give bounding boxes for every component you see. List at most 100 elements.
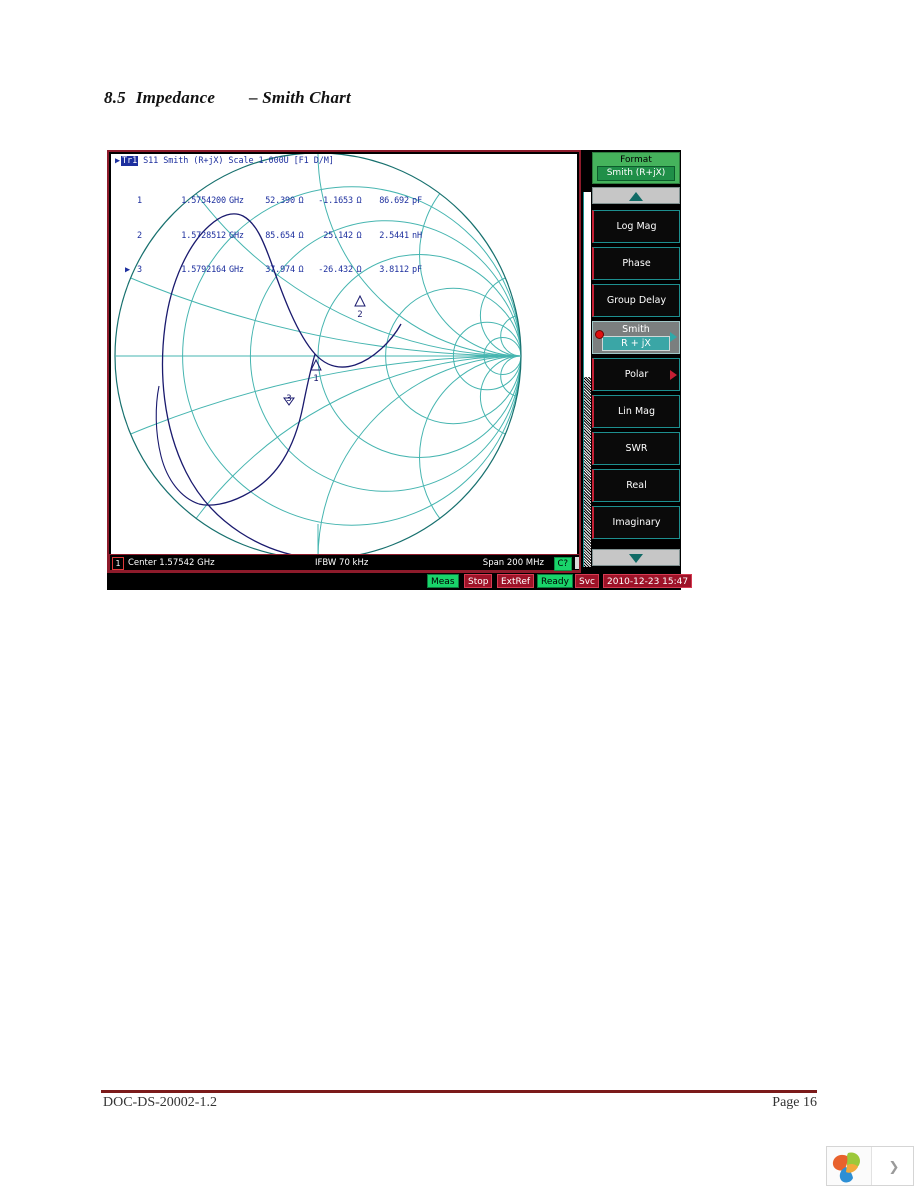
softkey-log-mag[interactable]: Log Mag (592, 210, 680, 243)
status-ready[interactable]: Ready (537, 574, 573, 588)
section-number: 8.5 (104, 88, 126, 107)
next-page-button[interactable]: ❯ (872, 1147, 913, 1185)
trace-select-arrow[interactable]: ▶ (115, 156, 120, 166)
page-canvas: 8.5 Impedance – Smith Chart 2 1 3 ▶ Tr1 … (0, 0, 918, 1188)
softkey-real[interactable]: Real (592, 469, 680, 502)
svg-text:2: 2 (357, 310, 362, 320)
softkey-label: Lin Mag (617, 406, 656, 417)
softkey-label: Smith (622, 324, 650, 335)
softkey-polar[interactable]: Polar (592, 358, 680, 391)
softkey-label: Phase (622, 258, 651, 269)
marker-row[interactable]: 1 1.5754200 GHz 52.390 Ω -1.1653 Ω 86.692 pF (125, 197, 432, 206)
marker-frequency: 1.5792164 (181, 264, 226, 275)
marker-reactance: -1.1653 (318, 196, 353, 207)
graph-pane[interactable]: 2 1 3 ▶ Tr1 S11 Smith (R+jX) Scale 1.000… (107, 150, 581, 573)
softkey-label: Log Mag (616, 221, 657, 232)
menu-title-value: Smith (R+jX) (597, 166, 675, 181)
sweep-settings-bar: 1 Center 1.57542 GHz IFBW 70 kHz Span 20… (109, 554, 579, 571)
marker-resistance: 52.390 (265, 196, 295, 207)
section-subtitle: – Smith Chart (249, 88, 351, 107)
trace-title-line[interactable]: ▶ Tr1 S11 Smith (R+jX) Scale 1.000U [F1 D… (115, 156, 334, 166)
marker-row[interactable]: ▶ 3 1.5792164 GHz 37.974 Ω -26.432 Ω 3.8112 pF (125, 266, 432, 275)
softkey-group-delay[interactable]: Group Delay (592, 284, 680, 317)
center-frequency-label[interactable]: Center 1.57542 GHz (128, 558, 215, 568)
softkey-label: Polar (624, 369, 649, 380)
marker-resistance-unit: Ω (298, 230, 304, 241)
marker-index: 1 (137, 196, 142, 207)
leaf-logo-icon (832, 1152, 860, 1183)
instrument-status-bar: Meas Stop ExtRef Ready Svc 2010-12-23 15… (107, 573, 693, 590)
graph-inner: 2 1 3 ▶ Tr1 S11 Smith (R+jX) Scale 1.000… (111, 154, 577, 569)
softkey-menu: Format Smith (R+jX) Log Mag Phase Group … (583, 150, 681, 573)
status-extref[interactable]: ExtRef (497, 574, 535, 588)
viewer-corner-widget[interactable]: ❯ (826, 1146, 914, 1186)
trace-description: S11 Smith (R+jX) Scale 1.000U [F1 D/M] (143, 156, 334, 166)
vna-screenshot: 2 1 3 ▶ Tr1 S11 Smith (R+jX) Scale 1.000… (107, 150, 693, 590)
chevron-down-icon (629, 554, 643, 563)
active-led-icon (595, 330, 604, 339)
marker-equivalent-unit: pF (412, 264, 422, 275)
marker-equivalent: 86.692 (379, 196, 409, 207)
status-svc[interactable]: Svc (575, 574, 599, 588)
marker-resistance-unit: Ω (298, 196, 304, 207)
softkey-lin-mag[interactable]: Lin Mag (592, 395, 680, 428)
menu-title: Format Smith (R+jX) (592, 152, 680, 184)
footer-page-number: Page 16 (772, 1095, 817, 1110)
marker-row[interactable]: 2 1.5728512 GHz 85.654 Ω 25.142 Ω 2.5441 nH (125, 230, 432, 241)
marker-reactance: 25.142 (323, 230, 353, 241)
marker-3-glyph: 3 (283, 394, 295, 406)
marker-index: 2 (137, 230, 142, 241)
marker-frequency-unit: GHz (229, 230, 244, 241)
marker-frequency-unit: GHz (229, 264, 244, 275)
correction-badge[interactable]: C? (553, 557, 572, 571)
menu-scrollbar-thumb[interactable] (584, 192, 591, 377)
ifbw-label[interactable]: IFBW 70 kHz (315, 558, 368, 568)
marker-2-glyph: 2 (354, 294, 366, 320)
softkey-phase[interactable]: Phase (592, 247, 680, 280)
submenu-arrow-icon (670, 369, 677, 380)
menu-scroll-up-button[interactable] (592, 187, 680, 204)
marker-reactance-unit: Ω (356, 264, 362, 275)
softkey-value: R + jX (602, 336, 670, 351)
menu-title-label: Format (620, 155, 652, 165)
softkey-smith[interactable]: Smith R + jX (592, 321, 680, 354)
status-datetime: 2010-12-23 15:47 (603, 574, 693, 588)
chevron-right-icon: ❯ (888, 1160, 900, 1175)
marker-resistance-unit: Ω (298, 264, 304, 275)
marker-resistance: 37.974 (265, 264, 295, 275)
softkey-label: SWR (625, 443, 648, 454)
softkey-swr[interactable]: SWR (592, 432, 680, 465)
marker-equivalent: 2.5441 (379, 230, 409, 241)
settings-bar-end-slot (575, 557, 579, 569)
marker-equivalent-unit: pF (412, 196, 422, 207)
page-title: 8.5 Impedance – Smith Chart (104, 88, 351, 108)
submenu-arrow-icon (670, 332, 677, 342)
marker-equivalent: 3.8112 (379, 264, 409, 275)
marker-reactance: -26.432 (318, 264, 353, 275)
marker-readout-table: 1 1.5754200 GHz 52.390 Ω -1.1653 Ω 86.692 pF 2 1.… (125, 180, 432, 292)
span-label[interactable]: Span 200 MHz (483, 558, 544, 568)
menu-scroll-down-button[interactable] (592, 549, 680, 566)
status-meas[interactable]: Meas (427, 574, 459, 588)
marker-frequency: 1.5754200 (181, 196, 226, 207)
marker-equivalent-unit: nH (412, 230, 422, 241)
menu-scrollbar[interactable] (583, 192, 591, 567)
softkey-label: Group Delay (606, 295, 667, 306)
svg-text:1: 1 (313, 374, 318, 384)
marker-frequency-unit: GHz (229, 196, 244, 207)
footer-document-id: DOC-DS-20002-1.2 (103, 1095, 217, 1110)
marker-reactance-unit: Ω (356, 230, 362, 241)
trace-badge[interactable]: Tr1 (121, 156, 139, 166)
softkey-label: Imaginary (612, 517, 661, 528)
channel-badge[interactable]: 1 (112, 557, 124, 570)
brand-logo[interactable] (827, 1147, 872, 1185)
marker-frequency: 1.5728512 (181, 230, 226, 241)
softkey-imaginary[interactable]: Imaginary (592, 506, 680, 539)
chevron-up-icon (629, 192, 643, 201)
marker-resistance: 85.654 (265, 230, 295, 241)
section-title: Impedance (135, 88, 216, 107)
menu-scrollbar-track[interactable] (584, 377, 591, 567)
status-stop[interactable]: Stop (464, 574, 493, 588)
marker-index: 3 (137, 264, 142, 275)
marker-select-indicator: ▶ (125, 264, 130, 275)
